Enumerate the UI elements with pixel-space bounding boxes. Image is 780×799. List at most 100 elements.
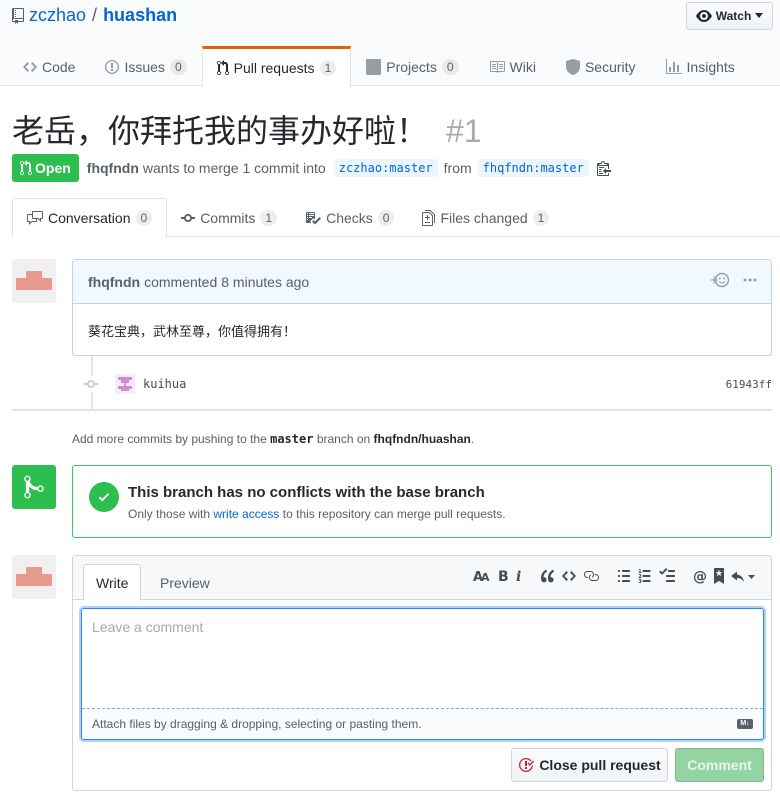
- current-user-avatar[interactable]: [12, 555, 56, 599]
- reply-icon[interactable]: [731, 568, 755, 584]
- pr-tabs: Conversation 0 Commits 1 Checks 0 Files …: [12, 198, 780, 238]
- svg-text:B: B: [498, 569, 508, 584]
- files-changed-counter: 1: [532, 209, 550, 226]
- watch-label: Watch: [715, 9, 752, 23]
- new-comment-form: Write Preview AA B i @ Leave a comment A…: [72, 555, 772, 791]
- pull-request-icon: [20, 160, 32, 176]
- text-size-icon[interactable]: AA: [473, 568, 491, 584]
- tab-projects-label: Projects: [386, 58, 437, 75]
- markdown-icon[interactable]: M↓: [737, 719, 753, 729]
- status-label: Open: [35, 160, 71, 176]
- tab-projects[interactable]: Projects 0: [351, 46, 473, 86]
- repo-owner-link[interactable]: zczhao: [29, 5, 86, 26]
- hint-repo: fhqfndn/huashan: [373, 432, 471, 446]
- tab-security[interactable]: Security: [551, 46, 651, 86]
- italic-icon[interactable]: i: [515, 568, 523, 584]
- tasklist-icon[interactable]: [659, 568, 675, 584]
- svg-text:@: @: [693, 569, 707, 584]
- tab-security-label: Security: [584, 58, 636, 75]
- add-reaction-icon[interactable]: +: [709, 272, 729, 288]
- commit-author-avatar[interactable]: [115, 374, 135, 394]
- tab-wiki[interactable]: Wiki: [474, 46, 551, 86]
- clippy-icon[interactable]: [596, 160, 611, 176]
- quote-icon[interactable]: [541, 568, 555, 584]
- tab-checks-label: Checks: [326, 209, 373, 226]
- commit-message-link[interactable]: kuihua: [143, 377, 186, 391]
- watch-button[interactable]: Watch: [686, 2, 773, 30]
- pr-title-text: 老岳，你拜托我的事办好啦！: [12, 113, 429, 149]
- book-icon: [489, 59, 505, 75]
- comment-textarea[interactable]: [82, 609, 763, 709]
- file-attach-bar[interactable]: Attach files by dragging & dropping, sel…: [82, 708, 763, 739]
- tab-commits[interactable]: Commits 1: [167, 198, 291, 237]
- hint-suffix: .: [470, 432, 475, 446]
- conversation-counter: 0: [135, 210, 153, 226]
- link-icon[interactable]: [583, 568, 599, 584]
- list-ordered-icon[interactable]: [638, 568, 652, 584]
- kebab-horizontal-icon[interactable]: [743, 272, 757, 288]
- git-commit-icon: [84, 376, 98, 392]
- comment-body: 葵花宝典，武林至尊，你值得拥有！: [88, 324, 297, 339]
- repo-header: zczhao / huashan Watch Code Issues 0 Pul…: [0, 0, 780, 87]
- svg-text:i: i: [516, 569, 521, 584]
- tab-code-label: Code: [42, 58, 76, 75]
- checklist-icon: [305, 210, 322, 226]
- commit-item: kuihua 61943ff: [84, 372, 772, 396]
- attach-text: Attach files by dragging & dropping, sel…: [92, 717, 422, 731]
- comment-textarea-wrapper: Attach files by dragging & dropping, sel…: [81, 608, 764, 740]
- eye-icon: [695, 8, 712, 24]
- repo-name-link[interactable]: huashan: [103, 5, 177, 26]
- commit-sha-link[interactable]: 61943ff: [726, 378, 772, 391]
- git-commit-icon: [181, 210, 196, 226]
- tab-conversation[interactable]: Conversation 0: [12, 198, 168, 238]
- editor-header: Write Preview AA B i @: [73, 556, 771, 601]
- comment-action: commented: [144, 273, 218, 290]
- comment-discussion-icon: [27, 210, 43, 226]
- close-pull-request-label: Close pull request: [539, 757, 661, 773]
- tab-issues[interactable]: Issues 0: [90, 46, 201, 86]
- comment-time-link[interactable]: 8 minutes ago: [221, 274, 309, 290]
- tab-files-changed[interactable]: Files changed 1: [408, 198, 563, 237]
- head-branch[interactable]: fhqfndn:master: [477, 159, 589, 177]
- merge-status-box: This branch has no conflicts with the ba…: [72, 465, 772, 538]
- tab-preview[interactable]: Preview: [148, 564, 222, 601]
- issue-icon: [105, 59, 120, 75]
- comment-author-link[interactable]: fhqfndn: [88, 274, 140, 290]
- list-unordered-icon[interactable]: [617, 568, 631, 584]
- repo-title: zczhao / huashan: [12, 5, 177, 26]
- write-access-link[interactable]: write access: [213, 507, 279, 521]
- tab-issues-label: Issues: [124, 58, 165, 75]
- comment-button[interactable]: Comment: [675, 748, 764, 782]
- comment: fhqfndn commented 8 minutes ago + 葵花宝典，武…: [72, 259, 772, 356]
- code-icon[interactable]: [562, 568, 576, 584]
- pr-from-text: from: [443, 160, 472, 176]
- avatar[interactable]: [12, 259, 56, 303]
- merge-status-heading: This branch has no conflicts with the ba…: [128, 484, 485, 501]
- pull-request-icon: [216, 60, 229, 76]
- pr-author-link[interactable]: fhqfndn: [87, 160, 139, 176]
- merge-status-subtext: Only those with write access to this rep…: [128, 507, 506, 521]
- close-pull-request-button[interactable]: Close pull request: [511, 748, 668, 782]
- tab-pull-requests-label: Pull requests: [233, 60, 315, 76]
- pr-wants-text: wants to merge 1 commit into: [142, 160, 326, 176]
- code-icon: [23, 59, 37, 75]
- markdown-toolbar: AA B i @: [463, 568, 755, 584]
- timeline-divider: [12, 409, 772, 411]
- commits-counter: 1: [260, 209, 278, 226]
- tab-checks[interactable]: Checks 0: [291, 198, 408, 237]
- tab-code[interactable]: Code: [8, 46, 90, 86]
- merge-prefix: Only those with: [128, 507, 211, 521]
- pr-title: 老岳，你拜托我的事办好啦！ #1: [12, 106, 482, 152]
- mention-icon[interactable]: @: [693, 568, 707, 584]
- base-branch[interactable]: zczhao:master: [333, 159, 438, 177]
- tab-write[interactable]: Write: [83, 564, 142, 601]
- bold-icon[interactable]: B: [498, 568, 508, 584]
- identicon-image: [12, 555, 56, 599]
- merge-suffix: to this repository can merge pull reques…: [282, 507, 506, 521]
- tab-insights-label: Insights: [686, 58, 735, 75]
- pull-requests-counter: 1: [319, 60, 337, 76]
- bookmark-icon[interactable]: [714, 568, 724, 584]
- tab-insights[interactable]: Insights: [651, 46, 750, 86]
- tab-pull-requests[interactable]: Pull requests 1: [201, 46, 352, 87]
- git-merge-icon: [12, 465, 56, 509]
